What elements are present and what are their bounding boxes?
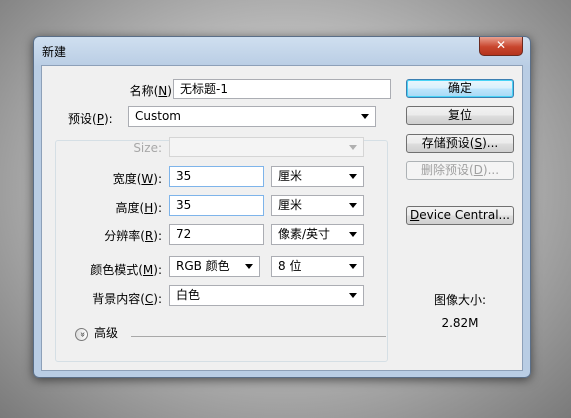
image-size-label: 图像大小: [433,293,487,307]
chevron-down-icon [349,203,357,208]
width-unit-select[interactable]: 厘米 [271,166,364,187]
preset-label: 预设(P): [68,110,115,127]
delete-preset-button: 删除预设(D)... [406,161,514,180]
chevron-down-icon [349,264,357,269]
color-mode-select[interactable]: RGB 颜色 [169,256,260,277]
preset-value: Custom [135,109,181,123]
color-mode-label: 颜色模式(M): [90,263,162,277]
height-input[interactable]: 35 [169,195,264,216]
chevron-down-icon [349,174,357,179]
advanced-divider [131,336,386,337]
background-select[interactable]: 白色 [169,285,364,306]
reset-button[interactable]: 复位 [406,106,514,125]
size-select [169,137,364,157]
background-label: 背景内容(C): [92,292,162,306]
chevron-down-icon [361,114,369,119]
chevron-down-icon [245,264,253,269]
chevron-down-icon [349,145,357,150]
chevron-double-down-icon[interactable]: » [75,328,88,341]
height-label: 高度(H): [115,201,162,215]
title-bar[interactable]: 新建 ✕ [34,37,530,63]
advanced-label[interactable]: 高级 [94,324,118,341]
image-size-value: 2.82M [441,316,479,330]
width-label: 宽度(W): [112,172,162,186]
dialog-title: 新建 [42,45,67,59]
chevron-down-icon [349,232,357,237]
save-preset-button[interactable]: 存储预设(S)... [406,134,514,153]
height-unit-select[interactable]: 厘米 [271,195,364,216]
close-button[interactable]: ✕ [479,37,523,56]
name-input[interactable]: 无标题-1 [173,79,391,99]
resolution-input[interactable]: 72 [169,224,264,245]
preset-select[interactable]: Custom [128,106,376,127]
new-document-dialog: 新建 ✕ 名称(N): 无标题-1 预设(P): Custom Size: 宽度… [33,36,531,378]
size-label: Size: [133,141,162,155]
chevron-down-icon [349,293,357,298]
resolution-label: 分辨率(R): [104,229,162,243]
name-label: 名称(N): [129,84,176,98]
close-icon: ✕ [495,38,507,52]
device-central-button[interactable]: Device Central... [406,206,514,225]
bit-depth-select[interactable]: 8 位 [271,256,364,277]
resolution-unit-select[interactable]: 像素/英寸 [271,224,364,245]
width-input[interactable]: 35 [169,166,264,187]
ok-button[interactable]: 确定 [406,79,514,98]
